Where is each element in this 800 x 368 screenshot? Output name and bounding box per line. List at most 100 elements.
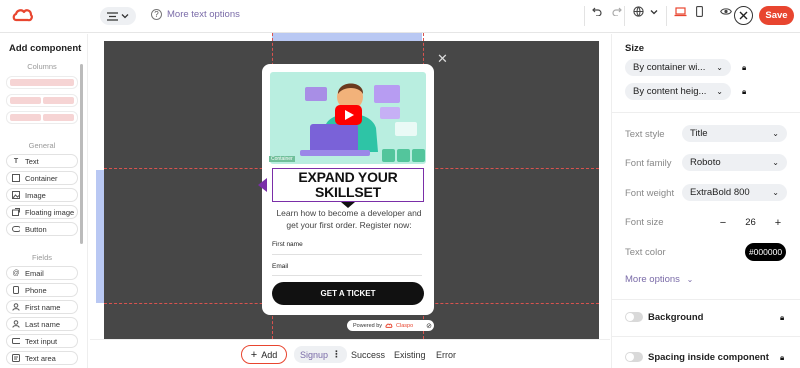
- description-text[interactable]: Learn how to become a developer and get …: [274, 207, 424, 231]
- tab-success[interactable]: Success: [351, 350, 385, 360]
- columns-2-option[interactable]: [6, 94, 78, 107]
- more-vertical-icon[interactable]: ⋮: [332, 349, 341, 360]
- field-text-input[interactable]: Text input: [6, 334, 78, 348]
- undo-icon[interactable]: [592, 6, 602, 16]
- chevron-down-icon: ⌄: [772, 129, 779, 138]
- user-icon: [12, 320, 20, 328]
- textarea-icon: [12, 354, 20, 362]
- lock-icon[interactable]: 🔒︎: [780, 353, 784, 363]
- container-icon: [12, 174, 20, 182]
- popup-close-icon[interactable]: ✕: [437, 51, 448, 67]
- first-name-field[interactable]: [272, 254, 422, 255]
- size-title: Size: [625, 43, 645, 54]
- spacing-toggle[interactable]: [625, 352, 643, 362]
- field-email[interactable]: @ Email: [6, 266, 78, 280]
- properties-panel: Size By container wi... ⌄ 🔒︎ By content …: [611, 34, 800, 368]
- developer-illustration: [300, 83, 425, 162]
- more-text-options-link[interactable]: ? More text options: [151, 9, 240, 20]
- component-image[interactable]: Image: [6, 188, 78, 202]
- font-size-stepper[interactable]: − 26 +: [715, 214, 786, 231]
- language-dropdown[interactable]: [633, 6, 658, 17]
- field-first-name[interactable]: First name: [6, 300, 78, 314]
- selection-overlay-top: [272, 33, 422, 41]
- columns-1-option[interactable]: [6, 76, 78, 89]
- add-component-panel: Add component Columns General T Text Con…: [0, 34, 88, 368]
- redo-icon[interactable]: [612, 6, 622, 16]
- chevron-down-icon: ⌄: [686, 275, 694, 284]
- get-ticket-button[interactable]: GET A TICKET: [272, 282, 424, 305]
- button-icon: [12, 225, 20, 233]
- background-label: Background: [648, 312, 704, 323]
- chevron-down-icon: ⌄: [716, 63, 723, 72]
- font-weight-select[interactable]: ExtraBold 800 ⌄: [682, 184, 787, 201]
- component-floating-image[interactable]: Floating image: [6, 205, 78, 219]
- columns-3-option[interactable]: [6, 111, 78, 124]
- background-toggle[interactable]: [625, 312, 643, 322]
- heading-line-1: EXPAND YOUR: [298, 169, 398, 185]
- heading-line-2: SKILLSET: [314, 184, 382, 200]
- hide-badge-icon[interactable]: ⊘: [426, 322, 432, 330]
- email-label: Email: [272, 263, 289, 270]
- font-size-label: Font size: [625, 217, 664, 228]
- decrement-button[interactable]: −: [715, 217, 731, 229]
- phone-icon: [12, 286, 20, 294]
- lock-icon[interactable]: 🔒︎: [742, 63, 746, 73]
- more-text-options-label: More text options: [167, 9, 240, 20]
- text-color-swatch[interactable]: #000000: [745, 243, 786, 261]
- tab-error[interactable]: Error: [436, 350, 456, 360]
- height-mode-select[interactable]: By content heig... ⌄: [625, 83, 731, 100]
- input-icon: [12, 337, 20, 345]
- text-align-dropdown[interactable]: [100, 7, 136, 25]
- user-icon: [12, 303, 20, 311]
- font-family-label: Font family: [625, 158, 672, 169]
- close-editor-button[interactable]: [734, 6, 753, 25]
- container-tag: Container: [269, 156, 295, 162]
- component-button[interactable]: Button: [6, 222, 78, 236]
- add-button[interactable]: + Add: [241, 345, 287, 364]
- component-container[interactable]: Container: [6, 171, 78, 185]
- font-weight-label: Font weight: [625, 188, 675, 199]
- mobile-view-icon[interactable]: [696, 6, 703, 17]
- lock-icon[interactable]: 🔒︎: [742, 87, 746, 97]
- lock-icon[interactable]: 🔒︎: [780, 313, 784, 323]
- globe-icon: [633, 6, 644, 17]
- chevron-down-icon: [650, 9, 658, 14]
- chevron-down-icon: [121, 14, 129, 19]
- claspo-logo: [12, 9, 33, 22]
- tab-signup[interactable]: Signup ⋮: [294, 346, 348, 363]
- desktop-view-icon[interactable]: [674, 6, 687, 17]
- section-fields: Fields: [31, 253, 52, 262]
- toolbar-divider: [624, 6, 625, 26]
- save-button[interactable]: Save: [759, 6, 794, 25]
- text-style-select[interactable]: Title ⌄: [682, 125, 787, 142]
- preview-eye-icon[interactable]: [720, 7, 732, 16]
- popup-states-bar: + Add Signup ⋮ Success Existing Error: [90, 339, 610, 368]
- width-mode-select[interactable]: By container wi... ⌄: [625, 59, 731, 76]
- section-divider: [612, 112, 800, 113]
- spacing-label: Spacing inside component: [648, 352, 769, 363]
- claspo-logo-small: [385, 323, 393, 328]
- close-icon: [739, 11, 748, 20]
- image-icon: [12, 191, 20, 199]
- text-color-label: Text color: [625, 247, 666, 258]
- panel-scrollbar[interactable]: [80, 64, 83, 244]
- field-phone[interactable]: Phone: [6, 283, 78, 297]
- hero-illustration[interactable]: [270, 72, 426, 164]
- resize-handle-left[interactable]: [258, 178, 267, 192]
- more-options-link[interactable]: More options ⌄: [625, 274, 693, 285]
- email-field[interactable]: [272, 275, 422, 276]
- tab-existing[interactable]: Existing: [394, 350, 426, 360]
- section-divider: [612, 336, 800, 337]
- field-text-area[interactable]: Text area: [6, 351, 78, 365]
- selected-heading-text[interactable]: EXPAND YOUR SKILLSET: [272, 168, 424, 202]
- chevron-down-icon: ⌄: [772, 158, 779, 167]
- powered-by-badge: Powered by Claspo ⊘: [347, 320, 434, 331]
- increment-button[interactable]: +: [770, 217, 786, 229]
- help-icon: ?: [151, 9, 162, 20]
- text-icon: T: [13, 157, 19, 165]
- popup-widget[interactable]: Container EXPAND YOUR SKILLSET Learn how…: [262, 64, 434, 315]
- component-text[interactable]: T Text: [6, 154, 78, 168]
- field-last-name[interactable]: Last name: [6, 317, 78, 331]
- font-family-select[interactable]: Roboto ⌄: [682, 154, 787, 171]
- font-size-value[interactable]: 26: [745, 217, 756, 228]
